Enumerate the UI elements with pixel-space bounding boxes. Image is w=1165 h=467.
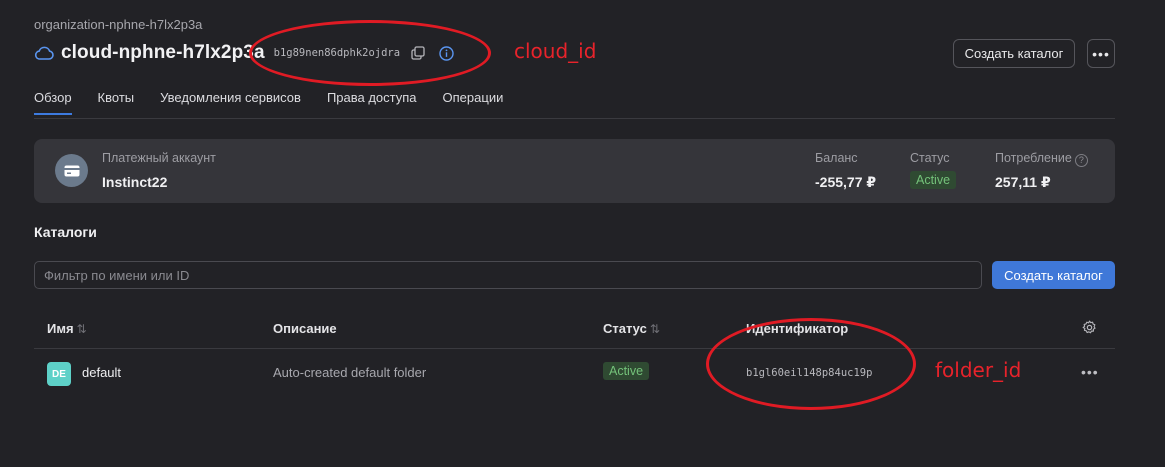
billing-account-card[interactable]: Платежный аккаунт Instinct22 Баланс -255…	[34, 139, 1115, 203]
column-status-label: Статус	[603, 321, 647, 336]
tabs-divider	[34, 118, 1115, 119]
tab-service-notifications[interactable]: Уведомления сервисов	[160, 90, 301, 115]
tabs: Обзор Квоты Уведомления сервисов Права д…	[34, 90, 529, 115]
filter-input[interactable]	[34, 261, 982, 289]
cloud-id: b1g89nen86dphk2ojdra	[273, 47, 401, 59]
column-name-header[interactable]: Имя ⇅	[47, 321, 87, 336]
annotation-folder-id: folder_id	[935, 358, 1022, 382]
sort-icon[interactable]: ⇅	[650, 322, 660, 336]
status-label: Статус	[910, 151, 950, 165]
cloud-header: cloud-nphne-h7lx2p3a b1g89nen86dphk2ojdr…	[34, 40, 454, 66]
gear-icon[interactable]	[1082, 320, 1097, 335]
help-icon[interactable]: ?	[1074, 154, 1088, 167]
tab-quotas[interactable]: Квоты	[98, 90, 135, 115]
status-badge: Active	[603, 362, 650, 380]
sort-icon[interactable]: ⇅	[77, 322, 87, 336]
table-header-divider	[34, 348, 1115, 349]
consumption-label: Потребление?	[995, 151, 1088, 167]
tab-overview[interactable]: Обзор	[34, 90, 72, 115]
info-icon[interactable]	[439, 45, 454, 61]
cloud-icon	[34, 44, 56, 62]
folder-description: Auto-created default folder	[273, 365, 427, 380]
more-actions-button[interactable]: •••	[1087, 39, 1115, 68]
folder-status: Active	[603, 362, 650, 380]
copy-icon[interactable]	[411, 46, 425, 60]
create-folder-button-top[interactable]: Создать каталог	[953, 39, 1075, 68]
balance-label: Баланс	[815, 151, 858, 165]
consumption-label-text: Потребление	[995, 151, 1072, 165]
folder-avatar: DE	[47, 362, 71, 386]
column-status-header[interactable]: Статус ⇅	[603, 321, 660, 336]
status-badge: Active	[910, 171, 957, 189]
column-id-header: Идентификатор	[746, 321, 849, 336]
row-more-button[interactable]: •••	[1081, 364, 1099, 380]
column-description-header: Описание	[273, 321, 337, 336]
more-icon: •••	[1092, 45, 1110, 62]
catalogs-title: Каталоги	[34, 224, 97, 240]
balance-value: -255,77 ₽	[815, 174, 877, 190]
annotation-cloud-id: cloud_id	[514, 39, 597, 63]
billing-account-label: Платежный аккаунт	[102, 151, 216, 165]
consumption-value: 257,11 ₽	[995, 174, 1051, 190]
organization-name[interactable]: organization-nphne-h7lx2p3a	[34, 17, 202, 32]
tab-access-rights[interactable]: Права доступа	[327, 90, 417, 115]
folder-name[interactable]: default	[82, 365, 121, 380]
credit-card-icon	[55, 154, 88, 187]
tab-operations[interactable]: Операции	[443, 90, 504, 115]
column-name-label: Имя	[47, 321, 74, 336]
cloud-title: cloud-nphne-h7lx2p3a	[61, 42, 265, 63]
create-folder-button[interactable]: Создать каталог	[992, 261, 1115, 289]
folder-id: b1gl60eil148p84uc19p	[746, 367, 873, 379]
billing-account-name[interactable]: Instinct22	[102, 174, 167, 190]
status-value: Active	[910, 171, 957, 189]
